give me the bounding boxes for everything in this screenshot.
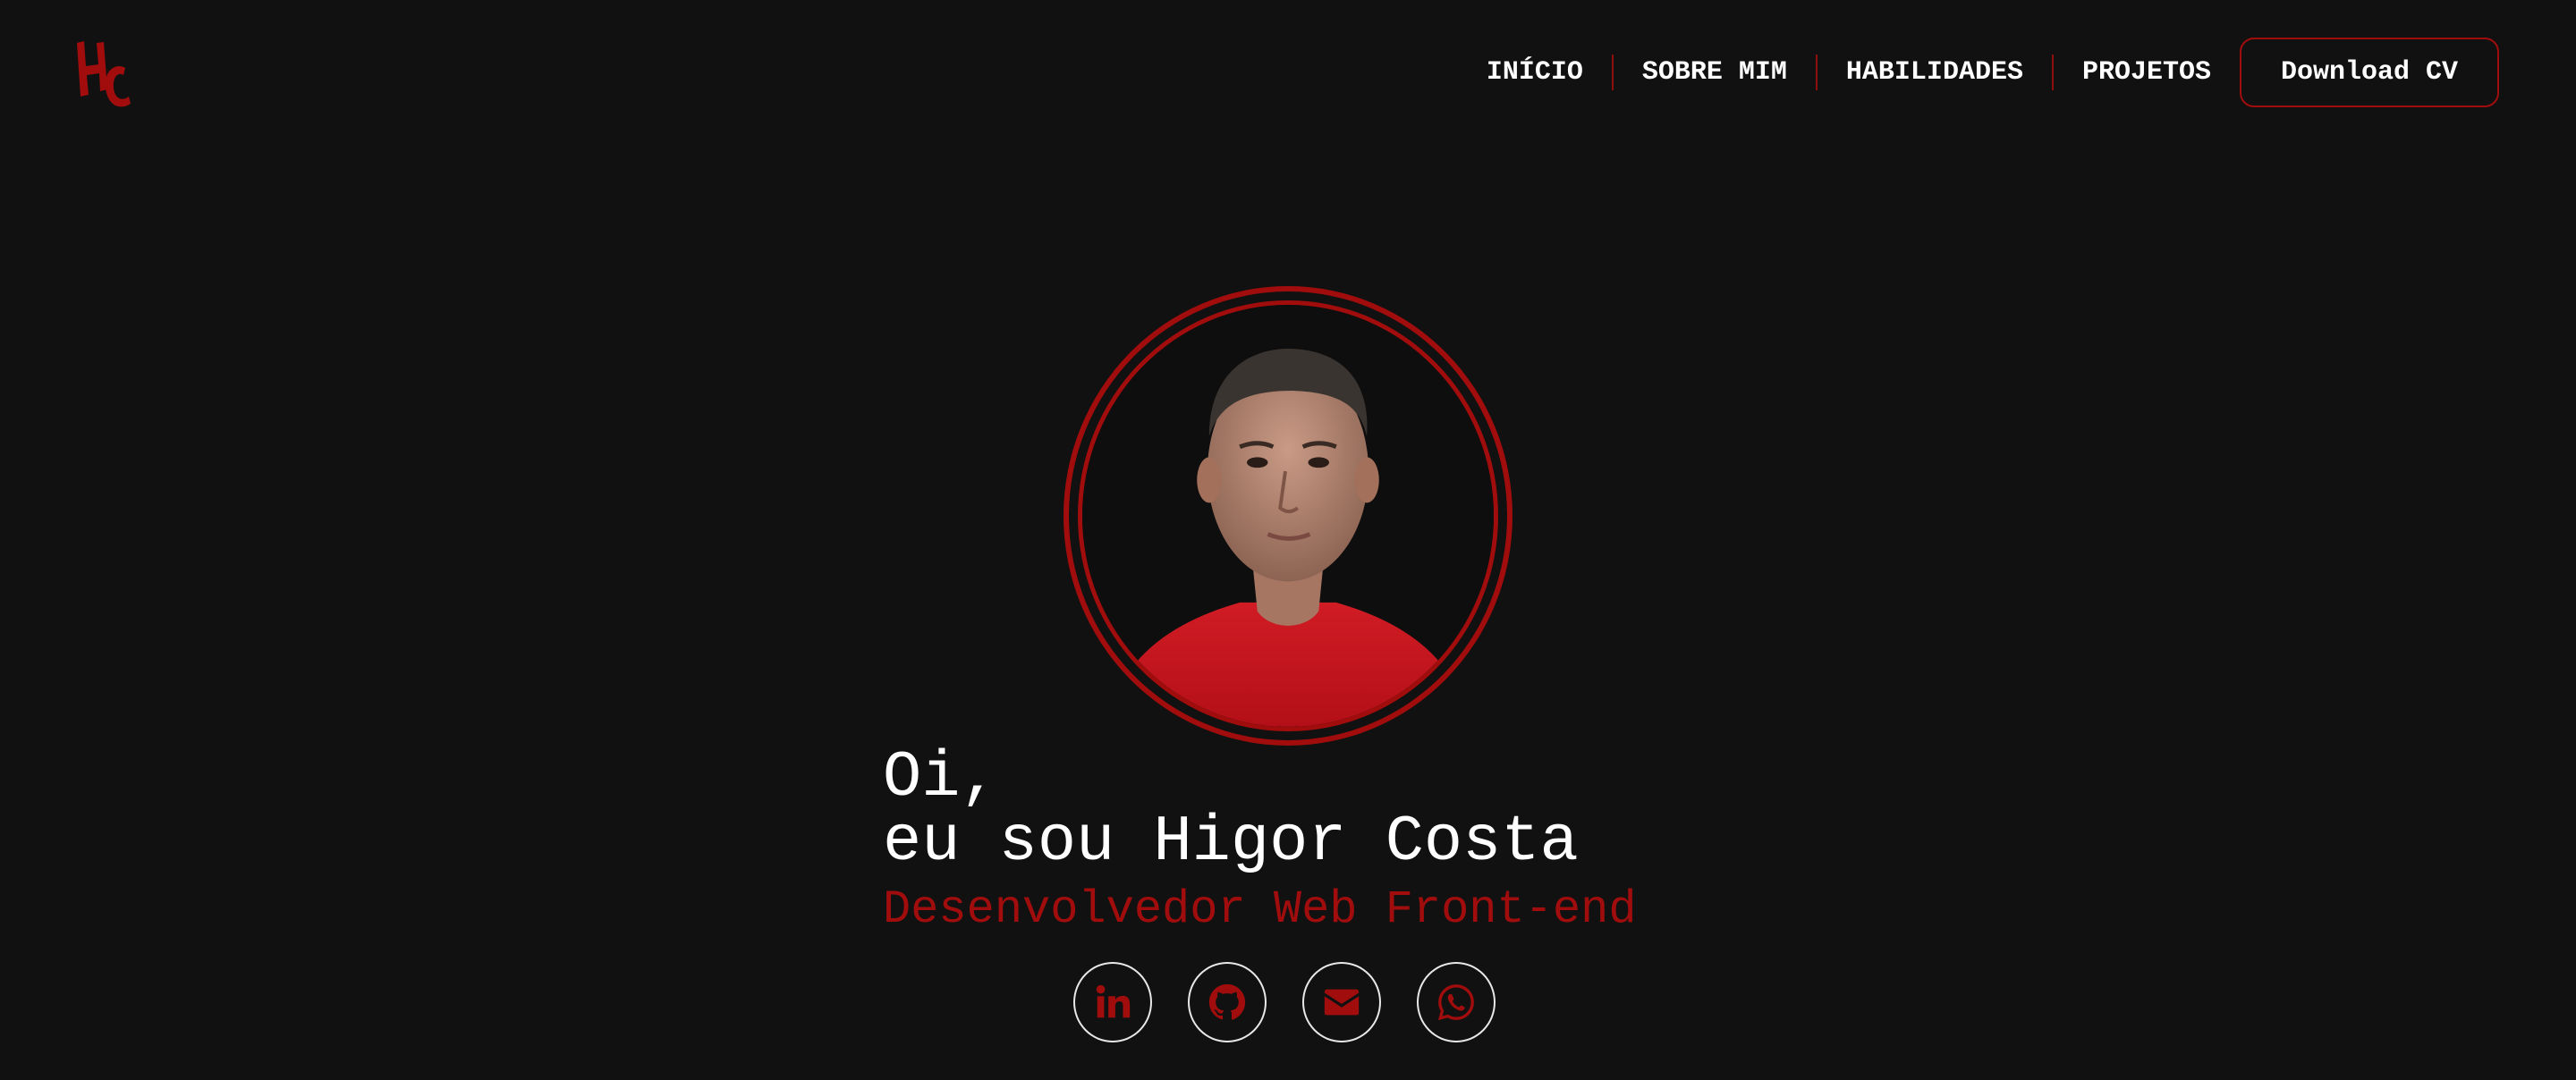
envelope-icon <box>1324 989 1360 1016</box>
role-subtitle: Desenvolvedor Web Front-end <box>883 883 1637 936</box>
github-icon <box>1208 983 1246 1020</box>
nav-projetos[interactable]: PROJETOS <box>2054 37 2240 108</box>
nav-habilidades[interactable]: HABILIDADES <box>1818 37 2052 108</box>
hc-monogram-icon <box>77 41 131 107</box>
linkedin-icon <box>1096 984 1131 1018</box>
greeting-line-2: eu sou Higor Costa <box>883 806 1579 879</box>
nav-sobre-mim[interactable]: SOBRE MIM <box>1614 37 1816 108</box>
avatar <box>1078 300 1498 731</box>
email-link[interactable] <box>1302 962 1381 1042</box>
whatsapp-link[interactable] <box>1417 962 1496 1042</box>
github-link[interactable] <box>1188 962 1267 1042</box>
whatsapp-icon <box>1437 984 1474 1021</box>
download-cv-button[interactable]: Download CV <box>2240 38 2499 107</box>
profile-photo-icon <box>1082 305 1494 727</box>
nav-inicio[interactable]: INÍCIO <box>1458 37 1612 108</box>
social-links <box>1073 962 1496 1042</box>
greeting-heading: Oi, eu sou Higor Costa <box>883 746 1579 874</box>
greeting-line-1: Oi, <box>883 741 999 814</box>
logo[interactable] <box>72 39 136 114</box>
linkedin-link[interactable] <box>1073 962 1152 1042</box>
main-nav: INÍCIO SOBRE MIM HABILIDADES PROJETOS Do… <box>1458 37 2499 108</box>
